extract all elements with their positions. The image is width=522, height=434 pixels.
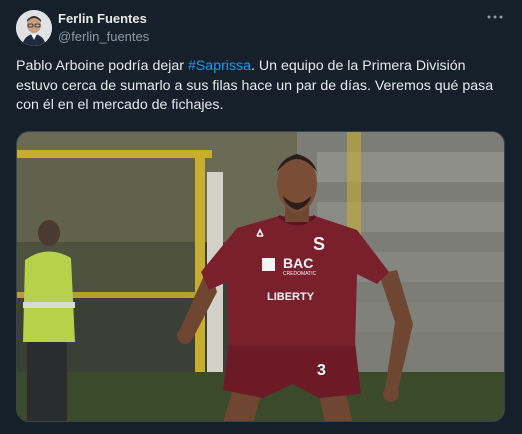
sponsor-credomatic: CREDOMATIC <box>283 271 317 277</box>
more-horizontal-icon <box>487 15 503 19</box>
tweet-photo[interactable]: 3 S BAC CREDOMATIC LIBERTY <box>16 131 505 422</box>
sponsor-bac: BAC <box>283 255 313 271</box>
tweet-header: Ferlin Fuentes @ferlin_fuentes <box>0 0 522 52</box>
football-player-photo: 3 S BAC CREDOMATIC LIBERTY <box>17 132 504 421</box>
sponsor-liberty: LIBERTY <box>267 291 315 303</box>
tweet-text: Pablo Arboine podría dejar #Saprissa. Un… <box>16 57 508 116</box>
tweet-text-part: Pablo Arboine podría dejar <box>16 58 188 74</box>
author-display-name[interactable]: Ferlin Fuentes <box>58 11 147 26</box>
avatar-image <box>16 10 52 46</box>
tweet-card: Ferlin Fuentes @ferlin_fuentes Pablo Arb… <box>0 0 522 434</box>
author-handle[interactable]: @ferlin_fuentes <box>58 29 149 44</box>
crest-letter: S <box>313 234 325 254</box>
avatar[interactable] <box>16 10 52 46</box>
shorts-number: 3 <box>317 362 326 379</box>
hashtag-link[interactable]: #Saprissa <box>188 58 251 74</box>
more-options-button[interactable] <box>482 8 508 26</box>
